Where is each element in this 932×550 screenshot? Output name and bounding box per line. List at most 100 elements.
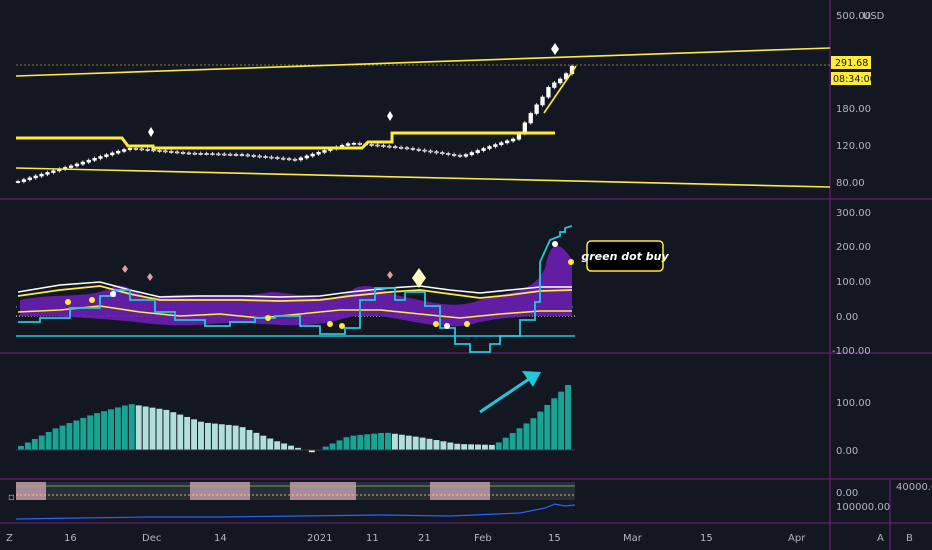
histogram-bar — [461, 444, 468, 450]
candle — [151, 149, 156, 152]
time-tick: Feb — [474, 533, 492, 544]
histogram-bar — [281, 443, 288, 450]
histogram-bar — [184, 416, 191, 450]
histogram-bar — [475, 444, 481, 450]
histogram-bar — [18, 446, 24, 450]
candle — [80, 161, 85, 165]
volume-tick: 100000.00 — [836, 502, 890, 513]
oscillator-tick: 300.00 — [836, 208, 871, 219]
candle — [292, 158, 298, 161]
histogram-bar — [211, 423, 218, 450]
candle — [186, 152, 192, 155]
candle — [446, 153, 451, 155]
time-tick: 16 — [64, 533, 77, 544]
oscillator-tick: 100.00 — [836, 277, 871, 288]
candle — [316, 151, 321, 155]
histogram-bar — [329, 443, 336, 450]
volume-tick: 0.00 — [836, 488, 858, 499]
histogram-bar — [94, 413, 101, 450]
candle — [15, 181, 21, 183]
oscillator-tick: 0.00 — [836, 312, 858, 323]
histogram-bar — [163, 409, 170, 450]
histogram-bar — [454, 443, 461, 450]
histogram-bar — [391, 433, 398, 450]
price-tick: 120.00 — [836, 141, 871, 152]
histogram-bar — [128, 404, 135, 450]
histogram-bar — [80, 417, 87, 450]
histogram-bar — [170, 412, 177, 450]
histogram-bar — [412, 436, 419, 450]
histogram-bar — [558, 391, 565, 450]
candle — [257, 155, 262, 158]
candle — [481, 148, 486, 151]
candle — [416, 148, 421, 151]
price-pane — [0, 0, 830, 198]
candle — [139, 148, 144, 151]
histogram-bar — [322, 446, 329, 450]
histogram-bar — [440, 441, 447, 450]
candle — [110, 152, 115, 156]
candle — [133, 148, 139, 150]
histogram-bar — [204, 422, 211, 450]
signal-dot — [265, 315, 271, 321]
histogram-bar — [114, 407, 121, 450]
histogram-bar — [516, 428, 523, 450]
candle — [357, 142, 362, 145]
candle — [345, 143, 351, 146]
histogram-bar — [468, 444, 475, 450]
time-tick: 14 — [214, 533, 227, 544]
candle — [121, 149, 127, 152]
histogram-bar — [73, 420, 80, 450]
candle — [552, 82, 557, 88]
histogram-bar — [24, 442, 31, 450]
histogram-bar — [502, 437, 509, 450]
candle — [251, 155, 256, 157]
scale-badge-a[interactable]: A — [877, 533, 884, 544]
histogram-bar — [253, 432, 260, 450]
histogram-bar — [31, 438, 38, 450]
candle — [39, 173, 44, 177]
candle — [104, 154, 109, 157]
candle — [98, 156, 103, 159]
pane-toggle-icon[interactable]: ▫ — [8, 492, 15, 503]
candle — [204, 153, 209, 155]
candle — [428, 150, 433, 153]
candle — [263, 156, 268, 158]
zoom-badge[interactable]: Z — [6, 533, 13, 544]
histogram-bar — [121, 405, 128, 450]
candle — [322, 150, 327, 153]
candle — [404, 147, 410, 150]
histogram-bar — [198, 421, 204, 450]
signal-dot — [464, 321, 470, 327]
histogram-bar — [405, 435, 412, 450]
oscillator-tick: 200.00 — [836, 242, 871, 253]
candle — [528, 113, 533, 124]
histogram-bar — [87, 415, 94, 450]
candle — [457, 154, 463, 157]
candle — [310, 153, 315, 157]
histogram-bar — [343, 437, 350, 450]
last-price-value: 291.68 — [835, 58, 868, 69]
candle — [192, 152, 197, 155]
scale-badge-b[interactable]: B — [906, 533, 913, 544]
histogram-tick: 0.00 — [836, 446, 858, 457]
histogram-bar — [142, 406, 149, 450]
candle — [422, 149, 427, 152]
signal-dot — [327, 321, 333, 327]
signal-dot — [433, 321, 439, 327]
candle — [487, 146, 492, 149]
histogram-bar — [52, 428, 59, 450]
oscillator-tick: -100.00 — [832, 346, 871, 357]
volume-block — [290, 482, 356, 500]
histogram-bar — [398, 434, 405, 450]
signal-dot — [110, 291, 116, 297]
histogram-bar — [288, 445, 294, 450]
candle — [210, 153, 215, 156]
histogram-bar — [350, 435, 357, 450]
candle — [546, 87, 551, 98]
candle — [228, 153, 233, 156]
candle — [33, 175, 38, 179]
time-tick: 15 — [548, 533, 561, 544]
signal-dot — [65, 299, 71, 305]
candle — [369, 144, 374, 146]
